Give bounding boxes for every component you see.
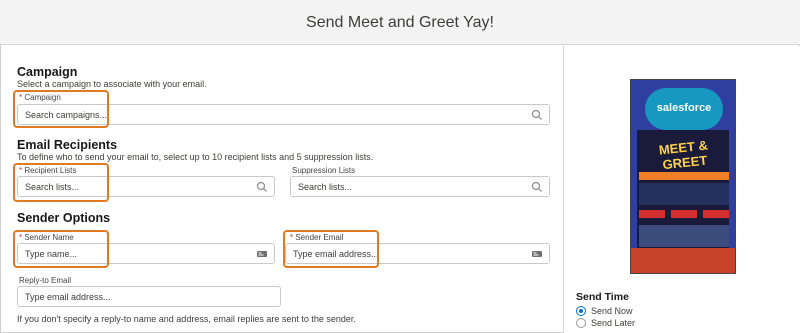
form-panel: Campaign Select a campaign to associate … [0,46,562,333]
suppression-lists-placeholder: Search lists... [298,182,353,192]
send-time-title: Send Time [576,291,629,303]
reply-to-email-input[interactable]: Type email address... [17,286,281,307]
contact-card-icon [532,251,542,257]
search-icon [531,109,542,120]
search-icon [531,181,542,192]
suppression-lists-label: Suppression Lists [292,166,356,175]
salesforce-logo-text: salesforce [656,102,712,114]
sender-section-title: Sender Options [17,211,111,225]
campaign-highlight [13,90,109,128]
send-now-radio[interactable] [576,306,586,316]
email-preview-thumbnail[interactable]: salesforce MEET & GREET [630,79,736,274]
recipients-description: To define who to send your email to, sel… [17,152,374,162]
recipient-lists-highlight [13,163,109,202]
campaign-description: Select a campaign to associate with your… [17,79,207,89]
modal-title: Send Meet and Greet Yay! [306,14,494,31]
search-icon [256,181,267,192]
send-now-option[interactable]: Send Now [576,306,633,316]
send-later-option[interactable]: Send Later [576,318,635,328]
contact-card-icon [257,251,267,257]
send-now-label: Send Now [591,306,633,316]
campaign-section-title: Campaign [17,65,78,79]
reply-to-helper-text: If you don't specify a reply-to name and… [17,314,356,324]
flames-graphic [631,248,735,273]
send-later-label: Send Later [591,318,636,328]
speaker-photos [639,225,729,247]
preview-panel: salesforce MEET & GREET Send Time Send N… [563,46,800,333]
reply-to-label: Reply-to Email [19,276,72,285]
send-later-radio[interactable] [576,318,586,328]
sender-email-highlight [283,230,379,268]
sender-name-highlight [13,230,109,268]
reply-to-placeholder: Type email address... [25,292,111,302]
event-info-block [639,183,729,205]
suppression-lists-search-input[interactable]: Search lists... [290,176,550,197]
meet-and-greet-headline: MEET & GREET [658,137,709,173]
modal-header: Send Meet and Greet Yay! [0,0,800,45]
recipients-section-title: Email Recipients [17,138,118,152]
